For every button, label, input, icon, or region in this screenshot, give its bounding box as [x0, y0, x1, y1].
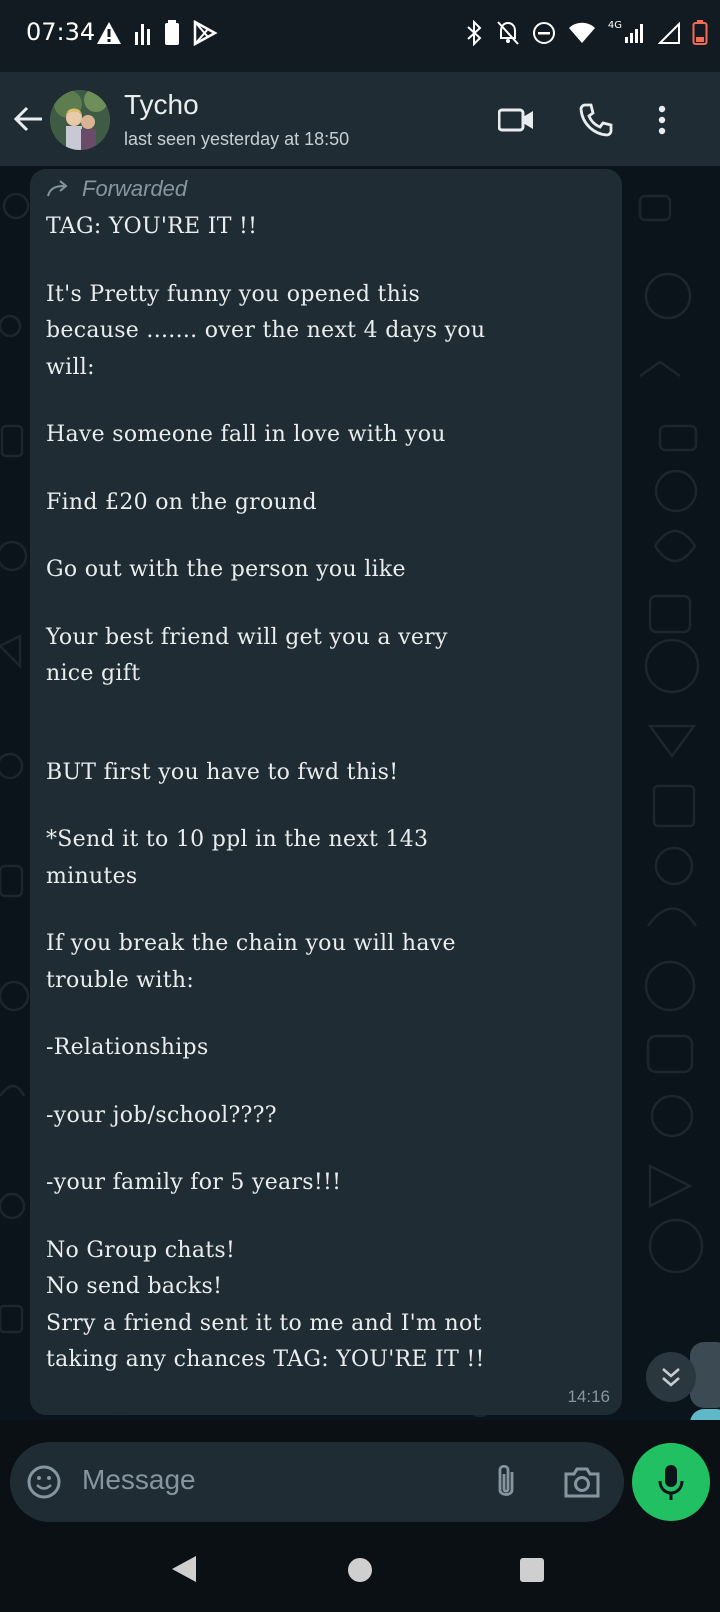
message-timestamp: 14:16: [567, 1387, 610, 1406]
forward-arrow-icon: [47, 180, 68, 197]
message-text: TAG: YOU'RE IT !! It's Pretty funny you o…: [46, 209, 606, 1379]
battery-small-icon: [165, 20, 179, 45]
nav-home-icon[interactable]: [348, 1558, 372, 1582]
cellular-signal-2-icon: [658, 22, 680, 44]
message-line: taking any chances TAG: YOU'RE IT !!: [46, 1347, 485, 1372]
message-line: [46, 1067, 606, 1098]
message-line: If you break the chain you will have: [46, 931, 456, 956]
message-line: minutes: [46, 863, 138, 889]
pencil-icon: [690, 1409, 720, 1420]
system-nav-bar: [0, 1532, 720, 1612]
message-line: nice gift: [46, 661, 141, 686]
attachment-icon[interactable]: [488, 1462, 524, 1502]
back-arrow-icon[interactable]: [12, 102, 46, 136]
message-line: No Group chats!: [46, 1237, 236, 1263]
message-line: because ....... over the next 4 days you: [46, 318, 486, 343]
message-line: [46, 895, 606, 926]
more-options-icon[interactable]: [650, 102, 674, 138]
mute-notifications-icon: [497, 21, 519, 45]
message-line: [46, 454, 606, 485]
double-chevron-down-icon: [662, 1368, 680, 1387]
message-line: [46, 246, 606, 277]
message-line: trouble with:: [46, 967, 195, 993]
message-line: TAG: YOU'RE IT !!: [46, 214, 258, 239]
message-line: No send backs!: [46, 1274, 223, 1299]
network-type-label: 4G: [607, 20, 622, 31]
message-line: Find £20 on the ground: [46, 489, 317, 515]
message-line: *Send it to 10 ppl in the next 143: [46, 827, 429, 852]
chat-header: Tycho last seen yesterday at 18:50: [0, 72, 720, 166]
message-line: [46, 724, 606, 755]
message-line: -your family for 5 years!!!: [46, 1170, 342, 1195]
message-line: [46, 386, 606, 417]
status-bar: 07:34 4G: [0, 0, 720, 72]
message-line: [46, 1134, 606, 1165]
message-line: [46, 999, 606, 1030]
battery-low-icon: [692, 20, 708, 45]
message-line: Srry a friend sent it to me and I'm not: [46, 1310, 482, 1336]
warning-icon: [97, 22, 121, 44]
do-not-disturb-icon: [532, 22, 555, 44]
message-line: [46, 791, 606, 822]
message-line: [46, 521, 606, 552]
camera-icon[interactable]: [562, 1462, 602, 1502]
message-bubble[interactable]: Forwarded TAG: YOU'RE IT !! It's Pretty f…: [30, 169, 622, 1415]
data-usage-icon: [135, 24, 150, 45]
play-store-icon: [193, 20, 218, 46]
bluetooth-icon: [467, 20, 482, 46]
side-floating-edit-chip[interactable]: [690, 1409, 720, 1420]
status-left-icons: [96, 20, 218, 46]
message-line: BUT first you have to fwd this!: [46, 759, 399, 785]
chat-area[interactable]: Forwarded TAG: YOU'RE IT !! It's Pretty f…: [0, 166, 720, 1420]
scroll-to-bottom-button[interactable]: [646, 1352, 696, 1402]
wifi-icon: [568, 22, 595, 43]
forwarded-indicator: Forwarded: [46, 176, 187, 202]
message-line: -your job/school????: [46, 1102, 277, 1128]
contact-name[interactable]: Tycho: [124, 89, 199, 121]
message-line: [46, 693, 606, 724]
nav-back-icon[interactable]: [170, 1554, 198, 1584]
message-line: [46, 1202, 606, 1233]
last-seen-status: last seen yesterday at 18:50: [124, 129, 350, 149]
message-composer[interactable]: Message: [10, 1442, 624, 1522]
voice-call-icon[interactable]: [578, 102, 614, 138]
forwarded-label: Forwarded: [82, 176, 188, 201]
message-line: Your best friend will get you a very: [46, 624, 448, 650]
voice-message-button[interactable]: [632, 1443, 710, 1521]
emoji-icon[interactable]: [26, 1464, 62, 1500]
cellular-signal-icon: [625, 24, 643, 43]
video-call-icon[interactable]: [498, 102, 534, 138]
message-line: will:: [46, 354, 95, 380]
contact-avatar[interactable]: [50, 90, 110, 150]
message-input[interactable]: Message: [82, 1464, 196, 1496]
message-line: Go out with the person you like: [46, 557, 406, 582]
message-line: It's Pretty funny you opened this: [46, 281, 421, 307]
microphone-icon: [658, 1465, 684, 1500]
nav-recents-icon[interactable]: [520, 1558, 544, 1582]
status-time: 07:34: [26, 18, 96, 46]
message-line: Have someone fall in love with you: [46, 422, 446, 447]
message-line: [46, 589, 606, 620]
message-line: -Relationships: [46, 1035, 209, 1060]
status-right-icons: 4G: [464, 20, 708, 46]
